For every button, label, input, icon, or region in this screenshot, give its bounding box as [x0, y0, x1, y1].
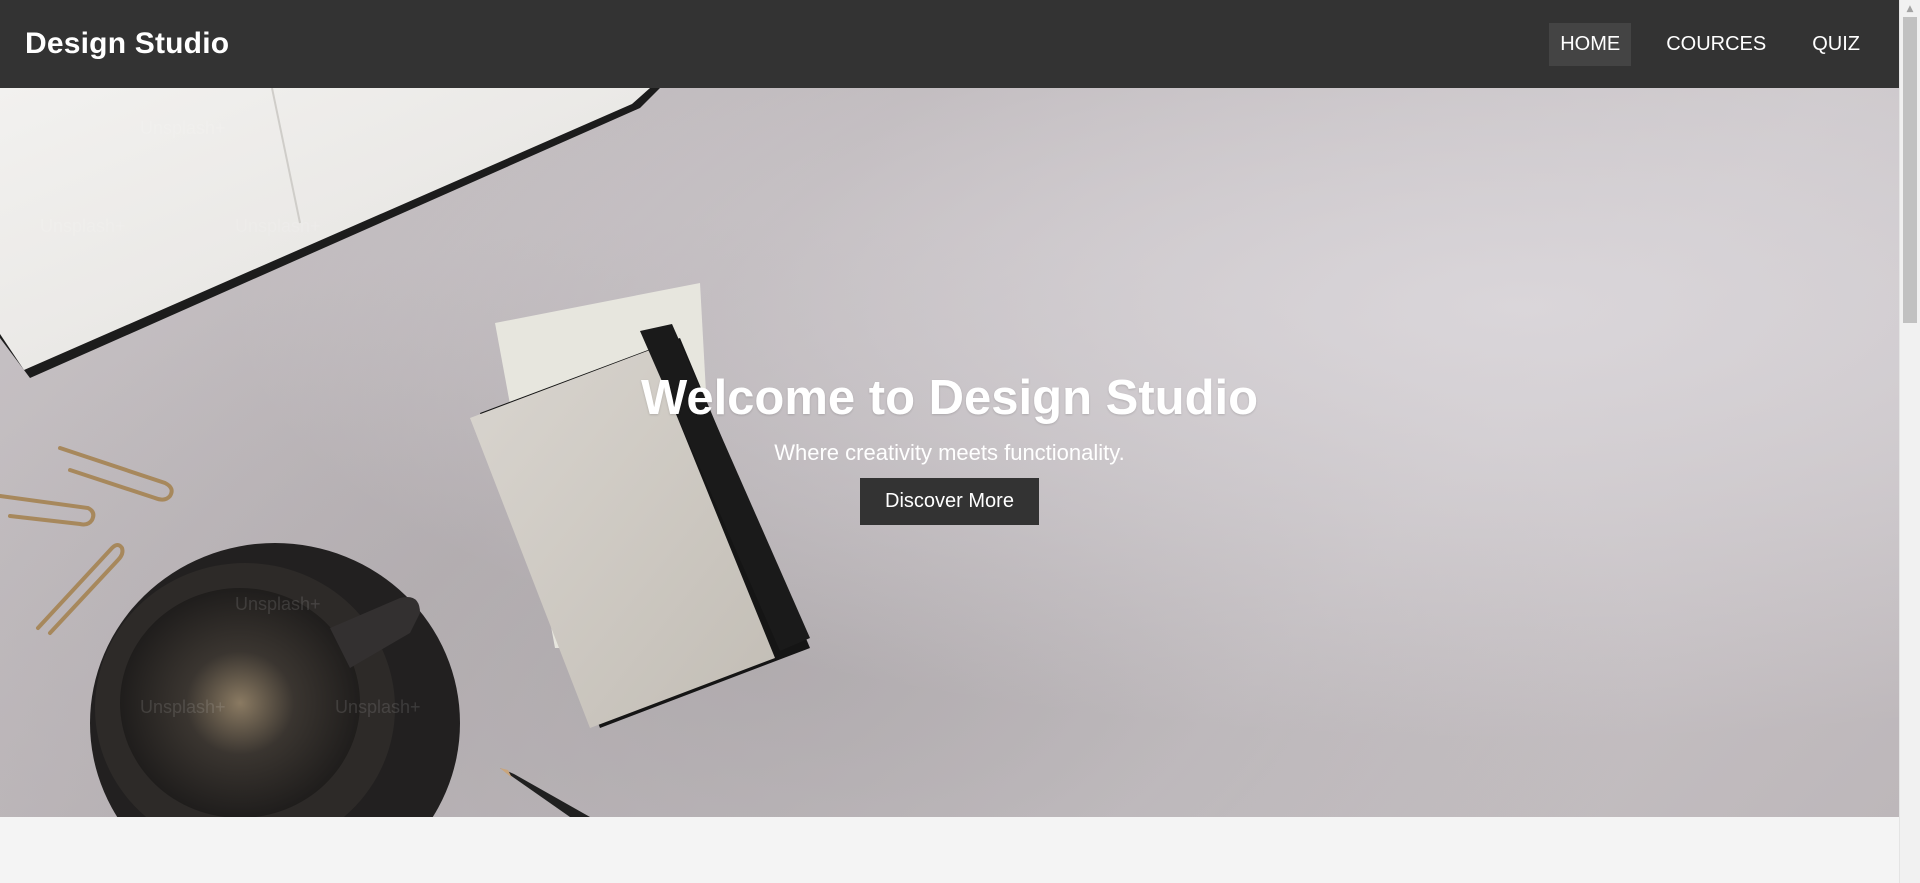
hero-content: Welcome to Design Studio Where creativit… — [0, 88, 1899, 817]
hero-title: Welcome to Design Studio — [640, 371, 1259, 425]
site-logo-text[interactable]: Design Studio — [25, 27, 229, 61]
site-header: Design Studio HOME COURCES QUIZ — [0, 0, 1899, 88]
hero-section: Unsplash+ Unsplash+ Unsplash+ Unsplash+ … — [0, 88, 1899, 817]
nav-link-cources[interactable]: COURCES — [1655, 23, 1777, 66]
discover-more-button[interactable]: Discover More — [860, 478, 1039, 525]
nav-link-home[interactable]: HOME — [1549, 22, 1632, 66]
vertical-scrollbar[interactable]: ▲ — [1899, 0, 1920, 883]
scrollbar-thumb[interactable] — [1903, 17, 1917, 323]
nav-link-quiz[interactable]: QUIZ — [1801, 23, 1871, 66]
page: Design Studio HOME COURCES QUIZ Unsplash… — [0, 0, 1920, 883]
main-nav: HOME COURCES QUIZ — [1549, 22, 1871, 66]
browser-viewport: Design Studio HOME COURCES QUIZ Unsplash… — [0, 0, 1899, 883]
scroll-up-arrow-icon[interactable]: ▲ — [1900, 0, 1920, 17]
hero-subtitle: Where creativity meets functionality. — [774, 440, 1125, 465]
content-section — [0, 817, 1899, 883]
